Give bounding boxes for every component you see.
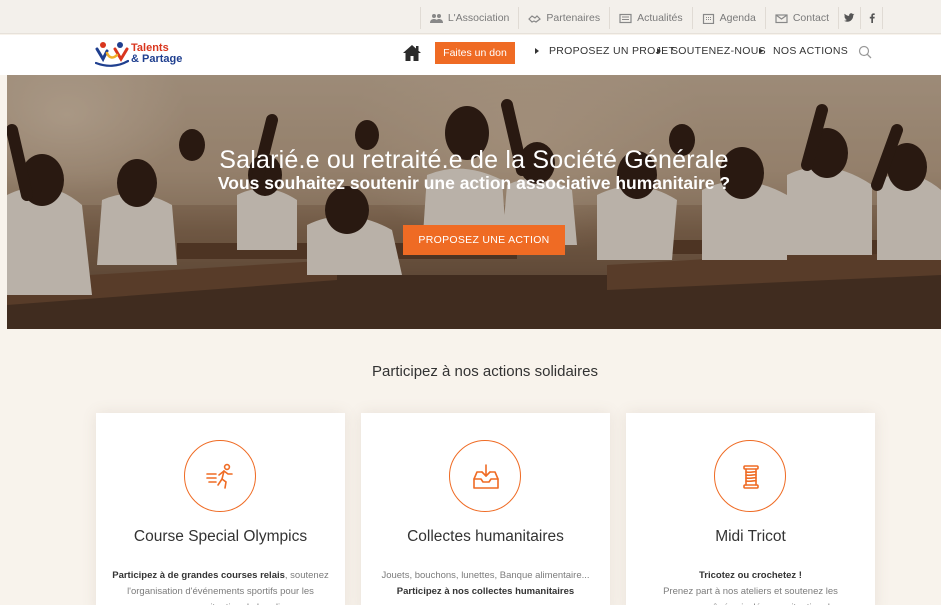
logo-figures-icon xyxy=(95,42,129,67)
card-icon-circle xyxy=(449,440,521,512)
nav-item-soutenez-nous[interactable]: SOUTENEZ-NOUS xyxy=(657,45,766,57)
newspaper-icon xyxy=(619,13,632,23)
runner-icon xyxy=(206,463,233,489)
calendar-icon xyxy=(702,13,714,24)
card-text-pre: Jouets, bouchons, lunettes, Banque alime… xyxy=(381,570,590,581)
twitter-icon[interactable] xyxy=(839,7,861,29)
topbar-link-actualites[interactable]: Actualités xyxy=(610,7,693,29)
envelope-icon xyxy=(775,13,788,23)
card-text-rest: Prenez part à nos ateliers et soutenez l… xyxy=(663,586,838,605)
topbar-link-contact[interactable]: Contact xyxy=(766,7,839,29)
topbar-link-label: Contact xyxy=(792,12,829,24)
card-description: Jouets, bouchons, lunettes, Banque alime… xyxy=(377,568,594,600)
hero-headline: Salarié.e ou retraité.e de la Société Gé… xyxy=(219,146,729,174)
hero-overlay xyxy=(7,75,941,329)
nav-item-label: NOS ACTIONS xyxy=(773,45,849,57)
caret-right-icon xyxy=(657,48,661,54)
hero-banner: Salarié.e ou retraité.e de la Société Gé… xyxy=(7,75,941,329)
card-title: Collectes humanitaires xyxy=(407,528,564,545)
card-title: Course Special Olympics xyxy=(133,528,308,545)
nav-item-label: SOUTENEZ-NOUS xyxy=(671,45,766,57)
topbar-link-association[interactable]: L'Association xyxy=(419,7,520,29)
inbox-download-icon xyxy=(473,464,499,489)
yarn-spool-icon xyxy=(743,465,759,489)
card-text-strong: Participez à nos collectes humanitaires xyxy=(396,586,575,597)
magnifier-glyph xyxy=(858,45,872,59)
hero-subheadline: Vous souhaitez soutenir une action assoc… xyxy=(217,173,731,193)
topbar-link-label: Actualités xyxy=(637,12,683,24)
top-links: L'Association Partenaires Actualités Age… xyxy=(419,7,883,29)
facebook-icon[interactable] xyxy=(861,7,883,29)
caret-right-icon xyxy=(759,48,763,54)
topbar-link-label: L'Association xyxy=(447,12,510,24)
facebook-f-glyph xyxy=(869,13,875,23)
site-logo[interactable]: Talents & Partage xyxy=(95,41,182,67)
topbar-link-partenaires[interactable]: Partenaires xyxy=(519,7,611,29)
section-title: Participez à nos actions solidaires xyxy=(372,363,598,380)
topbar-link-label: Partenaires xyxy=(546,12,601,24)
nav-item-proposez-projet[interactable]: PROPOSEZ UN PROJET xyxy=(535,45,675,57)
action-card-tricot[interactable]: Midi Tricot Tricotez ou crochetez ! Prene… xyxy=(626,413,875,605)
logo-line-2: & Partage xyxy=(131,53,183,65)
card-text-strong: Tricotez ou crochetez ! xyxy=(699,570,802,581)
main-navbar: Talents & Partage Faites un don PROPOSEZ… xyxy=(0,35,941,75)
card-icon-circle xyxy=(714,440,786,512)
card-title: Midi Tricot xyxy=(715,528,786,545)
action-card-course[interactable]: Course Special Olympics Participez à de … xyxy=(96,413,345,605)
topbar-link-label: Agenda xyxy=(719,12,756,24)
handshake-icon xyxy=(528,14,542,23)
topbar-link-agenda[interactable]: Agenda xyxy=(693,7,766,29)
users-icon xyxy=(429,13,443,23)
card-icon-circle xyxy=(184,440,256,512)
donate-button[interactable]: Faites un don xyxy=(435,42,515,64)
propose-action-button[interactable]: PROPOSEZ UNE ACTION xyxy=(403,225,565,255)
top-utility-bar: L'Association Partenaires Actualités Age… xyxy=(0,0,941,34)
nav-item-nos-actions[interactable]: NOS ACTIONS xyxy=(759,45,848,57)
card-text-strong: Participez à de grandes courses relais xyxy=(112,570,285,581)
home-house-glyph xyxy=(403,45,421,61)
card-description: Tricotez ou crochetez ! Prenez part à nos… xyxy=(642,568,859,605)
caret-right-icon xyxy=(535,48,539,54)
logo-wordmark: Talents & Partage xyxy=(131,43,182,65)
twitter-bird-glyph xyxy=(844,13,855,22)
card-description: Participez à de grandes courses relais, … xyxy=(112,568,329,605)
action-card-collectes[interactable]: Collectes humanitaires Jouets, bouchons,… xyxy=(361,413,610,605)
